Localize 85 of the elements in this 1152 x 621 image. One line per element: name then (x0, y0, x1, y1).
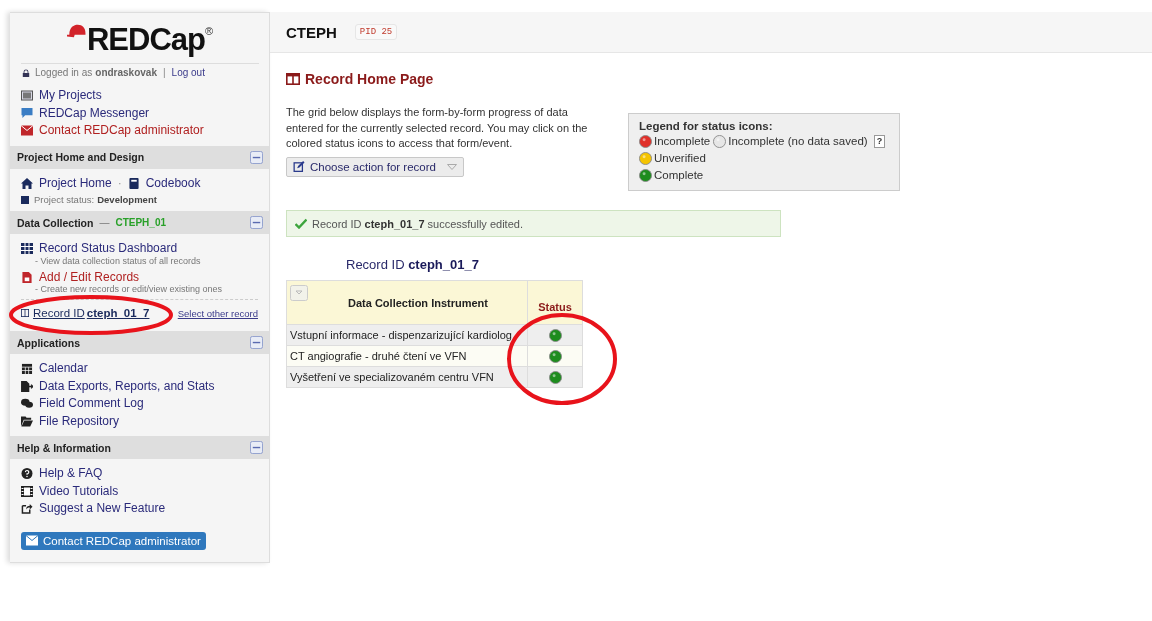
login-label: Logged in as (35, 67, 93, 78)
lock-icon (22, 68, 30, 77)
legend-label: Complete (654, 168, 704, 183)
section-title: Applications (17, 336, 80, 349)
sidebar-link[interactable]: Calendar (21, 360, 88, 378)
sidebar-link[interactable]: Field Comment Log (21, 395, 144, 413)
help-icon (21, 468, 33, 480)
collapse-icon[interactable] (250, 441, 263, 454)
status-dot-icon[interactable] (639, 135, 652, 148)
sidebar-link[interactable]: Contact REDCap administrator (21, 122, 204, 140)
registered-mark: ® (204, 25, 214, 37)
section-header[interactable]: Applications (10, 331, 269, 354)
sidebar-link[interactable]: Suggest a New Feature (21, 500, 166, 518)
caret-icon (446, 163, 457, 170)
cap-icon (66, 24, 87, 38)
sidebar-link[interactable]: Data Exports, Reports, and Stats (21, 377, 215, 395)
description-text: The grid below displays the form-by-form progress of data entered for the currently selected record. You may click on the colored status icons to access that form/event. (286, 105, 588, 151)
square-icon (21, 195, 29, 204)
project-id-tag: PID 25 (354, 24, 398, 40)
sidebar-link[interactable]: Record Status Dashboard (21, 240, 178, 258)
logo-text: REDCap (86, 23, 205, 57)
film-icon (21, 485, 33, 497)
check-icon (295, 218, 307, 229)
grid-title: Record ID cteph_01_7 (346, 257, 480, 272)
project-status: Development (97, 194, 157, 205)
book-icon (127, 177, 140, 189)
collapse-icon[interactable] (250, 150, 263, 164)
status-label: Project status: (34, 194, 95, 205)
collapse-icon[interactable] (250, 336, 263, 349)
select-other-record-link[interactable]: Select other record (177, 307, 258, 319)
status-dot-icon[interactable] (639, 169, 652, 182)
section-title: Help & Information (17, 441, 111, 454)
document-icon (21, 271, 33, 283)
divider-text: | (163, 67, 166, 78)
arm-name: CTEPH_01 (115, 217, 166, 228)
project-title: CTEPH (286, 23, 337, 41)
status-dot-icon[interactable] (548, 349, 562, 363)
columns-icon (286, 73, 300, 85)
action-dropdown[interactable]: Choose action for record (286, 156, 464, 177)
list-icon (21, 90, 33, 102)
legend-label: Incomplete (no data saved) (728, 134, 868, 149)
home-icon (21, 177, 33, 189)
link-description: - Create new records or edit/view existing ones (35, 284, 223, 294)
sidebar-link[interactable]: File Repository (21, 412, 120, 430)
file-export-icon (21, 380, 33, 392)
columns-icon (21, 309, 29, 317)
sidebar-link[interactable]: REDCap Messenger (21, 104, 150, 122)
logout-link[interactable]: Log out (171, 67, 205, 78)
folder-icon (21, 415, 33, 427)
section-title: Data Collection (17, 216, 94, 229)
status-dot-icon[interactable] (639, 152, 652, 165)
legend-title: Legend for status icons: (639, 120, 774, 132)
project-home-link[interactable]: Project Home (21, 174, 112, 192)
envelope-icon (26, 535, 38, 546)
calendar-icon (21, 363, 33, 375)
section-header[interactable]: Project Home and Design (10, 145, 269, 169)
separator-text: — (99, 217, 110, 228)
section-title: Project Home and Design (17, 151, 145, 163)
status-dot-icon[interactable] (548, 328, 562, 342)
sidebar-link[interactable]: Video Tutorials (21, 482, 119, 500)
collapse-icon[interactable] (250, 216, 263, 229)
contact-button[interactable]: Contact REDCap administrator (21, 531, 206, 550)
status-dot-icon[interactable] (548, 370, 562, 384)
grid-icon (21, 243, 33, 255)
status-dot-icon[interactable] (713, 135, 727, 148)
codebook-link[interactable]: Codebook (127, 174, 201, 192)
sidebar-link[interactable]: Add / Edit Records (21, 268, 140, 286)
page-title: Record Home Page (286, 71, 1152, 87)
share-icon (21, 503, 33, 515)
chat-icon (21, 107, 33, 119)
link-description: - View data collection status of all records (35, 255, 201, 266)
edit-icon (293, 161, 305, 172)
sidebar-link[interactable]: My Projects (21, 87, 102, 105)
separator-text: · (117, 176, 122, 191)
help-button[interactable]: ? (873, 135, 886, 148)
legend-label: Unverified (654, 151, 706, 166)
legend-label: Incomplete (654, 134, 711, 149)
section-header[interactable]: Help & Information (10, 436, 269, 459)
column-title: Data Collection Instrument (348, 297, 488, 310)
user-name: ondraskovak (95, 67, 157, 78)
message-text: Record ID cteph_01_7 successfully edited. (312, 217, 523, 230)
envelope-icon (21, 125, 33, 137)
sidebar-link[interactable]: Help & FAQ (21, 465, 103, 483)
section-header[interactable]: Data Collection — CTEPH_01 (10, 211, 269, 234)
comments-icon (21, 398, 33, 410)
